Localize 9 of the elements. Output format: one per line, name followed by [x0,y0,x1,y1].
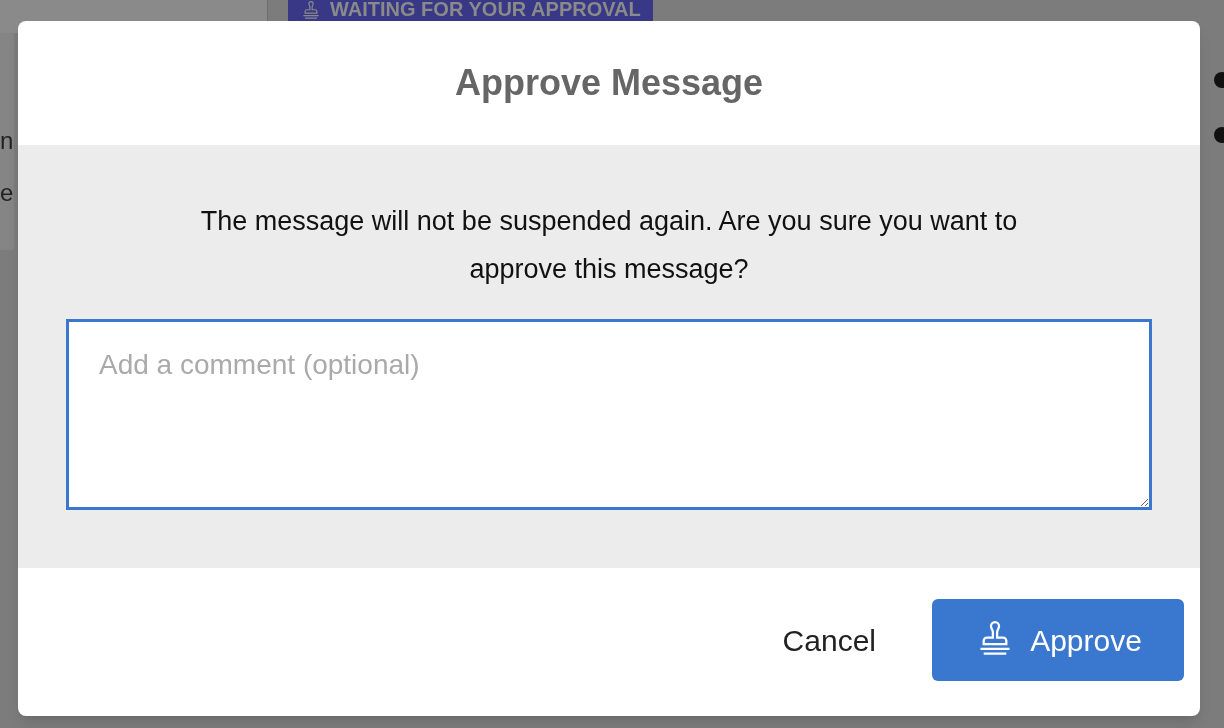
dialog-title: Approve Message [454,61,764,105]
confirmation-message: The message will not be suspended again. Are you sure you want to approve this message? [199,205,1019,286]
comment-field[interactable]: Add a comment (optional) [66,319,1152,510]
cut-text: n [0,129,14,153]
stamp-icon [300,0,322,22]
approve-button[interactable]: Approve [932,599,1184,681]
approval-banner: WAITING FOR YOUR APPROVAL [288,0,653,22]
cut-text: e [0,181,14,205]
cancel-button[interactable]: Cancel [782,617,876,663]
